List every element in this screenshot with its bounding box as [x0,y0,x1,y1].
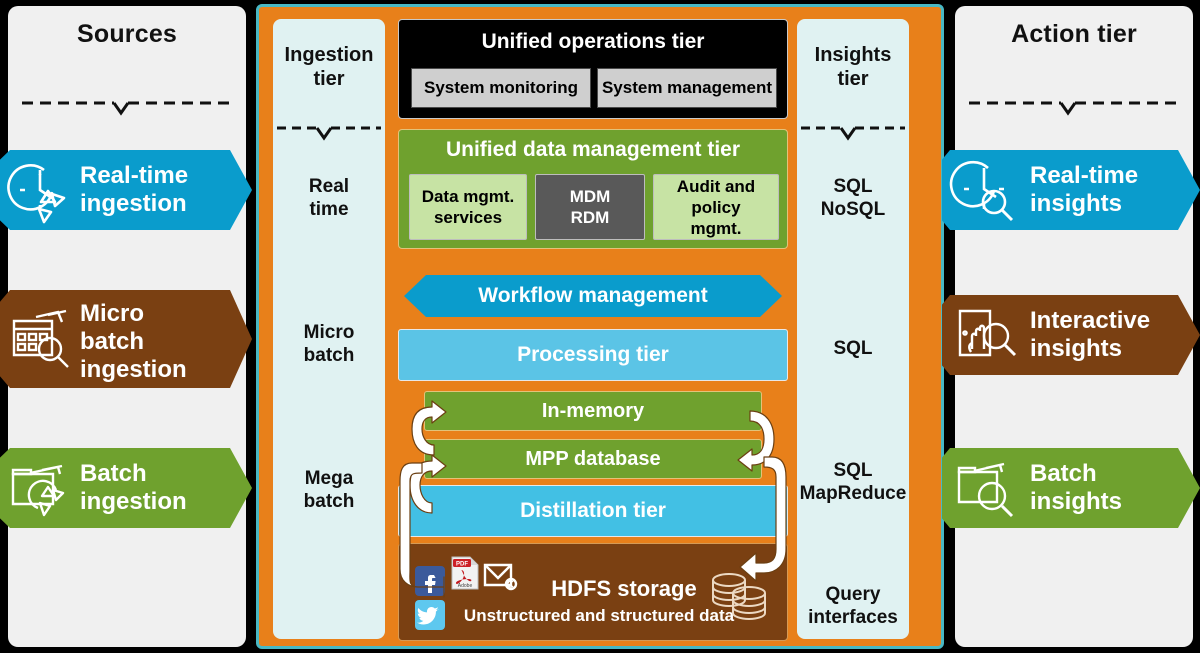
insights-label-sql-nosql: SQL NoSQL [820,176,886,220]
source-banner-label-line2: ingestion [80,488,187,515]
in-memory-bar[interactable]: In-memory [424,391,762,431]
clock-recycle-icon [7,158,72,224]
action-banner-label-line1: Batch [1030,460,1097,487]
source-banner-label-line2: ingestion [80,190,187,217]
database-stack-icon [709,570,769,622]
insights-tier-title: Insights tier [797,43,909,91]
mdm-rdm-box[interactable]: MDM RDM [535,174,645,240]
insights-tier-title-line2: tier [837,68,869,90]
svg-text:Adobe: Adobe [458,583,473,589]
source-banner-label-line1: Micro [80,300,145,327]
ingestion-label-real-time: Real time [308,176,350,220]
folder-recycle-icon [8,456,72,520]
insights-label-sql: SQL [833,338,873,359]
unified-data-management-tier: Unified data management tier Data mgmt. … [398,129,788,249]
facebook-icon [415,566,445,596]
insights-dashed-connector [797,119,909,143]
hdfs-storage-title: HDFS storage [551,576,697,601]
processing-tier-bar[interactable]: Processing tier [398,329,788,381]
unified-operations-tier-title: Unified operations tier [481,30,705,53]
action-tier-title: Action tier [1011,20,1137,48]
ingestion-label-mega-batch: Mega batch [303,468,355,512]
pdf-icon: PDF Adobe [451,556,479,590]
action-banner-batch-insights[interactable]: Batch insights [942,448,1200,528]
insights-tier-column: Insights tier SQL NoSQL SQL SQL MapReduc… [797,19,909,639]
insights-label-sql-mapreduce: SQL MapReduce [799,460,907,504]
ingestion-dashed-connector [273,119,385,143]
source-banner-real-time-ingestion[interactable]: Real-time ingestion [0,150,252,230]
data-mgmt-services-box[interactable]: Data mgmt. services [409,174,527,240]
platform-container: Ingestion tier Real time Micro batch Meg… [256,4,944,649]
calendar-search-icon [8,307,72,371]
twitter-icon [415,600,445,630]
ingestion-tier-title-line2: tier [313,68,345,90]
source-banner-label-line2: batch [80,328,145,355]
action-banner-label-line1: Real-time [1030,162,1139,189]
source-banner-micro-batch-ingestion[interactable]: Micro batch ingestion [0,290,252,388]
unified-operations-tier: Unified operations tier System monitorin… [398,19,788,119]
unified-data-management-tier-title: Unified data management tier [445,138,741,161]
folder-search-icon [954,456,1018,520]
action-banner-label-line2: insights [1030,488,1123,515]
hdfs-storage-box: HDFS storage Unstructured and structured… [398,543,788,641]
mpp-database-bar[interactable]: MPP database [424,439,762,479]
source-banner-label-line1: Batch [80,460,147,487]
ingestion-tier-column: Ingestion tier Real time Micro batch Meg… [273,19,385,639]
diagram-canvas: Sources Real-time ingestion Micro batch … [0,0,1200,653]
action-dashed-connector [955,94,1193,118]
action-banner-interactive-insights[interactable]: Interactive insights [942,295,1200,375]
ingestion-label-micro-batch: Micro batch [303,322,355,366]
insights-tier-title-line1: Insights [814,44,892,66]
workflow-management-bar[interactable]: Workflow management [404,275,782,317]
center-stack: Unified operations tier System monitorin… [398,19,788,641]
insights-label-query-interfaces: Query interfaces [808,584,898,628]
system-management-box[interactable]: System management [597,68,777,108]
action-banner-label-line1: Interactive [1030,307,1151,334]
action-banner-real-time-insights[interactable]: Real-time insights [942,150,1200,230]
action-banner-label-line2: insights [1030,335,1123,362]
sources-title: Sources [76,20,178,48]
tablet-touch-search-icon [954,303,1018,367]
sources-dashed-connector [8,94,246,118]
svg-text:PDF: PDF [456,562,468,568]
email-icon [483,562,518,591]
distillation-tier-bar[interactable]: Distillation tier [398,485,788,537]
source-banner-label-line3: ingestion [80,356,187,383]
ingestion-tier-title-line1: Ingestion [284,44,374,66]
source-banner-batch-ingestion[interactable]: Batch ingestion [0,448,252,528]
ingestion-tier-title: Ingestion tier [273,43,385,91]
action-banner-label-line2: insights [1030,190,1123,217]
audit-policy-mgmt-box[interactable]: Audit and policy mgmt. [653,174,779,240]
clock-search-icon [949,158,1018,222]
source-banner-label-line1: Real-time [80,162,189,189]
system-monitoring-box[interactable]: System monitoring [411,68,591,108]
